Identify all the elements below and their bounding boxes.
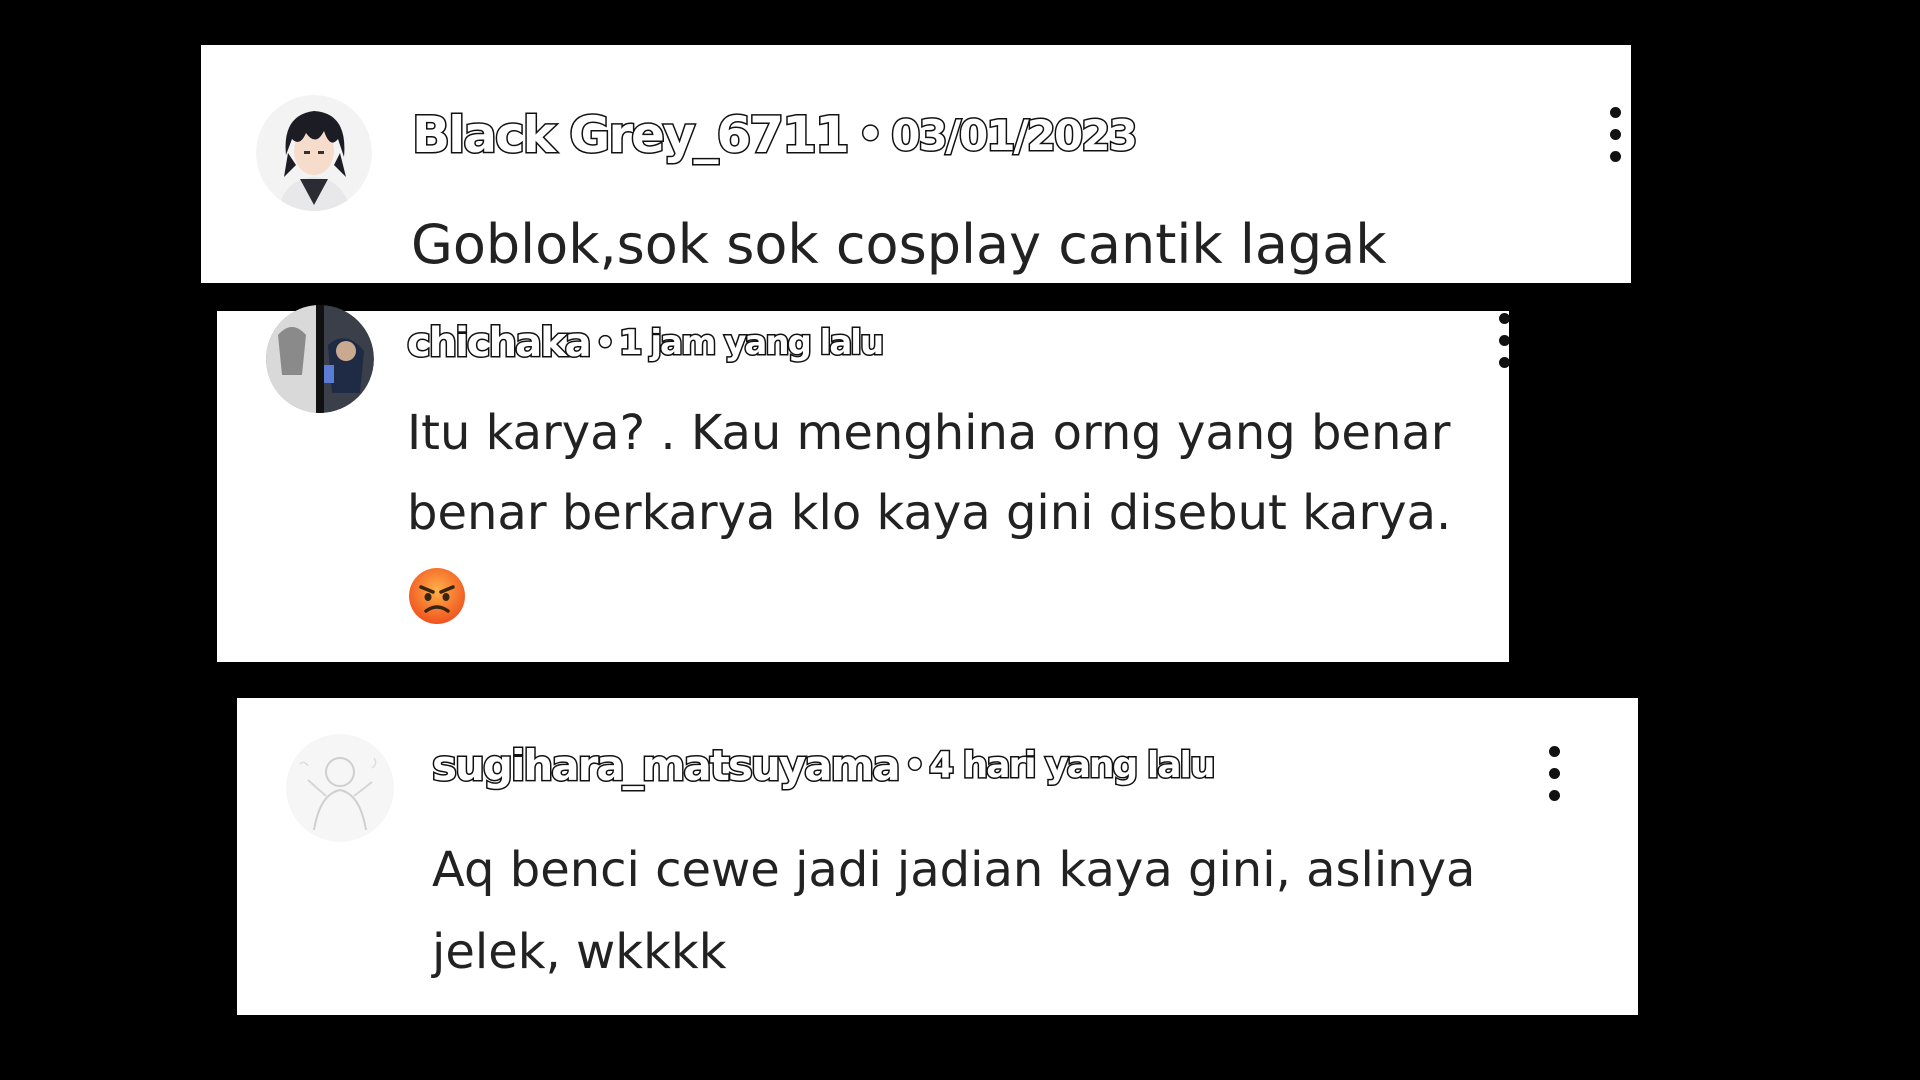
kebab-menu-icon[interactable] [1605, 103, 1625, 167]
screenshot-stage: Black Grey_6711 • 03/01/2023 Goblok,sok … [0, 0, 1920, 1080]
angry-face-emoji-icon [409, 568, 465, 624]
comment-text: Aq benci cewe jadi jadian kaya gini, asl… [432, 829, 1475, 993]
separator-dot: • [903, 745, 927, 786]
anime-boy-avatar-icon[interactable] [256, 95, 372, 211]
comment-line: jelek, wkkkk [432, 924, 727, 980]
comment-card: chichaka • 1 jam yang lalu Itu karya? . … [217, 305, 1510, 662]
kebab-menu-icon[interactable] [1494, 309, 1514, 373]
comment-line: benar berkarya klo kaya gini disebut kar… [407, 485, 1452, 541]
comment-card: sugihara_matsuyama • 4 hari yang lalu Aq… [237, 698, 1638, 1015]
username[interactable]: Black Grey_6711 [411, 105, 852, 166]
timestamp: 4 hari yang lalu [928, 743, 1217, 787]
kebab-menu-icon[interactable] [1544, 742, 1564, 806]
comment-line: Aq benci cewe jadi jadian kaya gini, asl… [432, 842, 1476, 898]
comment-header: chichaka • 1 jam yang lalu [406, 317, 886, 369]
comment-line: Goblok,sok sok cosplay cantik lagak [411, 213, 1387, 276]
username[interactable]: chichaka [406, 319, 594, 368]
manga-panel-avatar-icon[interactable] [266, 305, 374, 413]
comment-card: Black Grey_6711 • 03/01/2023 Goblok,sok … [201, 45, 1631, 283]
comment-header: Black Grey_6711 • 03/01/2023 [411, 103, 1140, 167]
separator-dot: • [856, 111, 884, 160]
emoji-line [407, 553, 1451, 633]
separator-dot: • [594, 324, 616, 362]
comment-header: sugihara_matsuyama • 4 hari yang lalu [431, 736, 1217, 794]
sketch-figure-avatar-icon[interactable] [286, 734, 394, 842]
comment-text: Itu karya? . Kau menghina orng yang bena… [407, 393, 1451, 633]
comment-text: Goblok,sok sok cosplay cantik lagak [411, 205, 1387, 285]
timestamp: 03/01/2023 [890, 109, 1139, 161]
username[interactable]: sugihara_matsuyama [431, 739, 903, 791]
comment-line: Itu karya? . Kau menghina orng yang bena… [407, 405, 1451, 461]
timestamp: 1 jam yang lalu [617, 322, 885, 365]
